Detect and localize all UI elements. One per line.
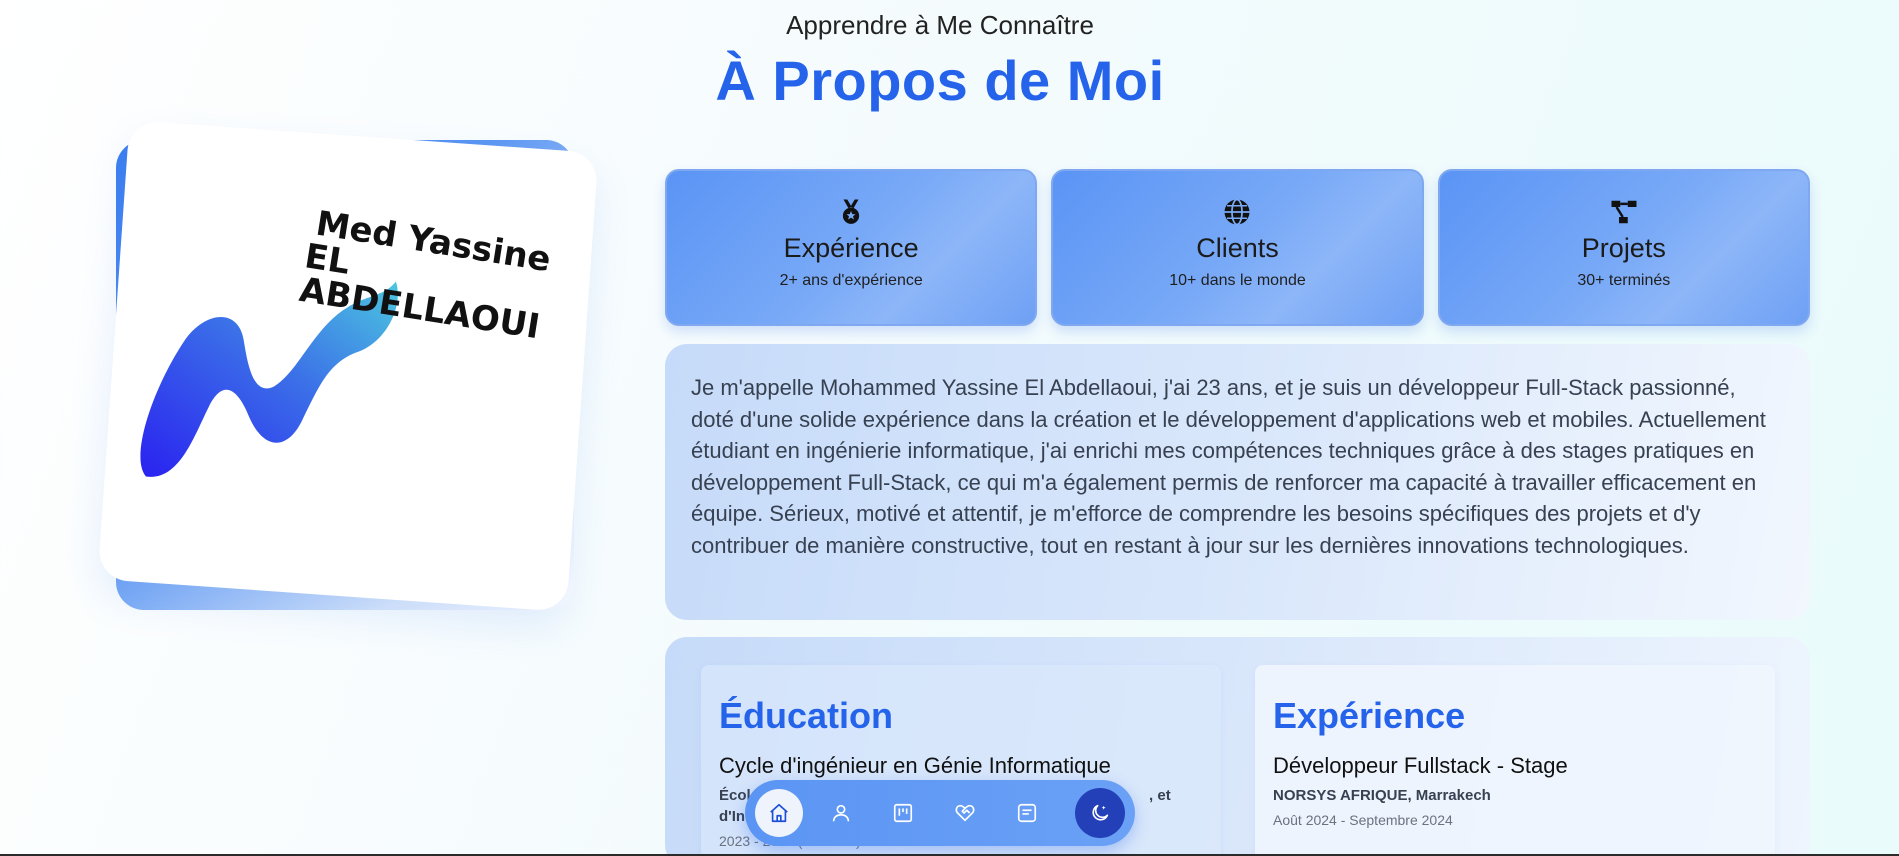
- bio-card: Je m'appelle Mohammed Yassine El Abdella…: [665, 344, 1810, 620]
- stat-card-projects[interactable]: Projets 30+ terminés: [1437, 169, 1810, 326]
- education-degree: Cycle d'ingénieur en Génie Informatique: [719, 753, 1111, 778]
- experience-date: Août 2024 - Septembre 2024: [1273, 812, 1453, 828]
- nav-about-button[interactable]: [817, 789, 865, 837]
- section-subtitle: Apprendre à Me Connaître: [786, 10, 1094, 40]
- stat-card-experience[interactable]: Expérience 2+ ans d'expérience: [665, 169, 1038, 326]
- medal-icon: [843, 199, 860, 224]
- nav-contact-button[interactable]: [1003, 789, 1051, 837]
- bio-text: Je m'appelle Mohammed Yassine El Abdella…: [691, 375, 1766, 558]
- profile-logo-card: Med Yassine EL ABDELLAOUI: [97, 120, 599, 612]
- user-icon: [832, 804, 850, 822]
- experience-role: Développeur Fullstack - Stage: [1273, 753, 1568, 778]
- education-heading: Éducation: [719, 695, 894, 736]
- nav-services-button[interactable]: [941, 789, 989, 837]
- nav-home-button[interactable]: [755, 789, 803, 837]
- page-title: À Propos de Moi: [715, 49, 1165, 112]
- stat-label: Projets: [1581, 233, 1666, 263]
- home-icon: [770, 803, 788, 823]
- stat-label: Expérience: [783, 233, 919, 263]
- experience-card: Expérience Développeur Fullstack - Stage…: [1255, 665, 1775, 856]
- stats-row: Expérience 2+ ans d'expérience Clients 1…: [665, 169, 1810, 326]
- stat-detail: 2+ ans d'expérience: [779, 272, 923, 289]
- stat-detail: 10+ dans le monde: [1169, 272, 1306, 289]
- education-school-line2: d'In: [719, 808, 746, 825]
- stat-card-clients[interactable]: Clients 10+ dans le monde: [1051, 169, 1424, 326]
- kanban-icon: [893, 803, 913, 823]
- message-icon: [1017, 803, 1037, 823]
- education-school-end: , et: [1149, 787, 1171, 804]
- theme-toggle-button[interactable]: [1075, 788, 1125, 838]
- stat-detail: 30+ terminés: [1577, 272, 1671, 289]
- floating-nav: [745, 780, 1135, 846]
- experience-company: NORSYS AFRIQUE, Marrakech: [1273, 787, 1491, 804]
- globe-icon: [1224, 198, 1250, 226]
- profile-image: Med Yassine EL ABDELLAOUI: [97, 120, 599, 616]
- project-diagram-icon: [1611, 200, 1637, 224]
- stat-label: Clients: [1196, 233, 1279, 263]
- moon-stars-icon: [1092, 804, 1109, 821]
- nav-projects-button[interactable]: [879, 789, 927, 837]
- experience-heading: Expérience: [1273, 695, 1466, 736]
- heart-handshake-icon: [955, 804, 975, 822]
